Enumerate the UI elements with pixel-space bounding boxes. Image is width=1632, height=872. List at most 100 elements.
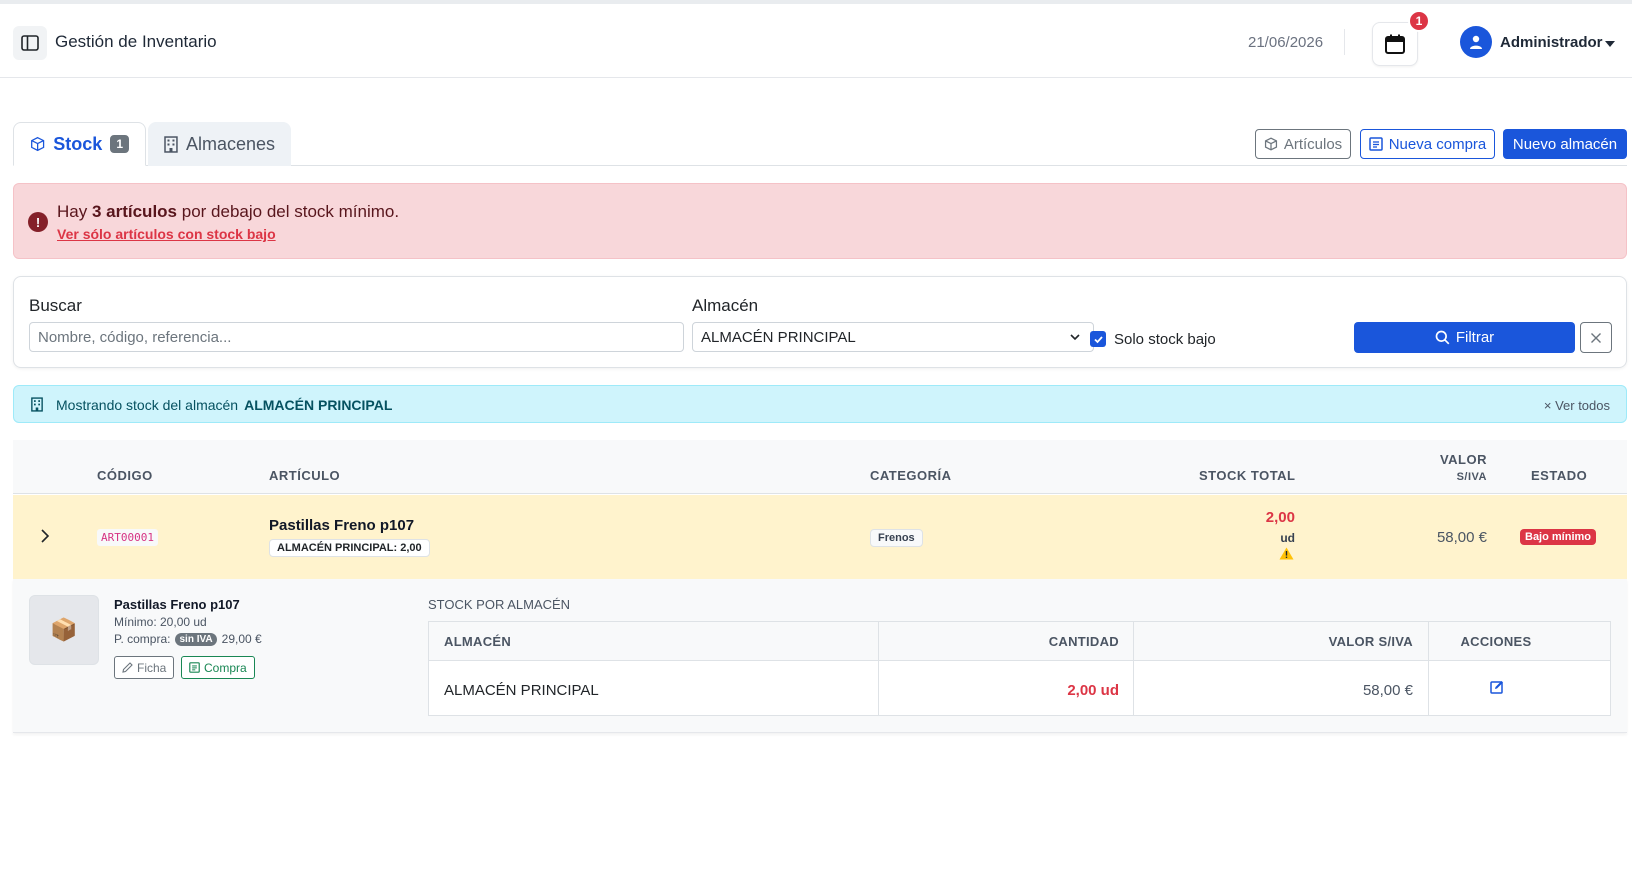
subheader-almacen: ALMACÉN bbox=[444, 634, 512, 649]
subrow-almacen: ALMACÉN PRINCIPAL bbox=[444, 682, 599, 699]
warehouse-info-banner: Mostrando stock del almacén ALMACÉN PRINC… bbox=[13, 385, 1627, 423]
article-code: ART00001 bbox=[97, 529, 158, 546]
table-row[interactable]: ART00001 Pastillas Freno p107 ALMACÉN PR… bbox=[13, 495, 1627, 579]
tab-almacenes[interactable]: Almacenes bbox=[148, 122, 291, 166]
box-icon bbox=[31, 136, 45, 152]
caret-down-icon[interactable] bbox=[1605, 41, 1615, 47]
subheader-valor: VALOR S/IVA bbox=[1328, 634, 1413, 649]
detail-purchase-price: P. compra: sin IVA 29,00 € bbox=[114, 632, 262, 646]
filtrar-button[interactable]: Filtrar bbox=[1354, 322, 1575, 353]
header-categoria[interactable]: CATEGORÍA bbox=[870, 468, 952, 483]
subrow-cantidad: 2,00 ud bbox=[1067, 682, 1119, 699]
nuevo-almacen-label: Nuevo almacén bbox=[1512, 135, 1618, 153]
nueva-compra-button[interactable]: Nueva compra bbox=[1360, 129, 1495, 159]
articulos-button[interactable]: Artículos bbox=[1255, 129, 1351, 159]
building-icon bbox=[31, 397, 43, 412]
box-icon bbox=[1264, 137, 1277, 151]
exclamation-icon: ! bbox=[28, 212, 48, 232]
info-message: Mostrando stock del almacén ALMACÉN PRINC… bbox=[56, 397, 392, 413]
sidebar-icon bbox=[21, 35, 39, 51]
stock-por-almacen-title: STOCK POR ALMACÉN bbox=[428, 597, 571, 612]
almacen-select[interactable]: ALMACÉN PRINCIPAL bbox=[692, 322, 1094, 352]
pencil-icon bbox=[122, 662, 133, 673]
ficha-button[interactable]: Ficha bbox=[114, 656, 175, 679]
active-tab-cover bbox=[14, 165, 145, 166]
stock-total-value: 2,00 bbox=[1265, 509, 1295, 526]
header-articulo[interactable]: ARTÍCULO bbox=[269, 468, 340, 483]
category-badge: Frenos bbox=[870, 529, 923, 547]
article-detail-panel: 📦 Pastillas Freno p107 Mínimo: 20,00 ud … bbox=[13, 579, 1627, 733]
alert-count: 3 artículos bbox=[91, 202, 178, 221]
articulos-label: Artículos bbox=[1283, 135, 1343, 153]
user-icon bbox=[1470, 35, 1482, 49]
tab-almacenes-label: Almacenes bbox=[185, 133, 275, 154]
receipt-icon bbox=[1368, 137, 1383, 151]
header-valor-siva: S/IVA bbox=[1456, 471, 1487, 483]
filtrar-label: Filtrar bbox=[1455, 329, 1495, 346]
calendar-icon bbox=[1385, 34, 1405, 54]
ver-todos-link[interactable]: × Ver todos bbox=[1544, 398, 1610, 413]
stock-unit: ud bbox=[1280, 531, 1295, 545]
user-avatar[interactable] bbox=[1460, 26, 1492, 58]
status-badge: Bajo mínimo bbox=[1520, 529, 1597, 545]
subheader-cantidad: CANTIDAD bbox=[1048, 634, 1119, 649]
close-icon bbox=[1591, 332, 1601, 343]
detail-price-label: P. compra: bbox=[114, 632, 171, 646]
nueva-compra-label: Nueva compra bbox=[1388, 135, 1487, 153]
info-warehouse-name: ALMACÉN PRINCIPAL bbox=[244, 397, 393, 413]
filter-card: Buscar Almacén ALMACÉN PRINCIPAL Solo st… bbox=[13, 276, 1627, 368]
tab-stock[interactable]: Stock 1 bbox=[13, 122, 146, 166]
ficha-label: Ficha bbox=[137, 660, 167, 675]
alert-message: Hay 3 artículos por debajo del stock mín… bbox=[57, 202, 399, 222]
chevron-right-icon[interactable] bbox=[40, 529, 50, 543]
compra-label: Compra bbox=[204, 660, 247, 675]
app-header: Gestión de Inventario 21/06/2026 1 Admin… bbox=[0, 4, 1632, 78]
table-header: CÓDIGO ARTÍCULO CATEGORÍA STOCK TOTAL VA… bbox=[13, 440, 1627, 494]
sidebar-toggle-button[interactable] bbox=[13, 26, 47, 60]
detail-price-value: 29,00 € bbox=[221, 632, 262, 646]
current-date: 21/06/2026 bbox=[1248, 34, 1324, 51]
low-stock-alert: ! Hay 3 artículos por debajo del stock m… bbox=[13, 183, 1627, 259]
article-name: Pastillas Freno p107 bbox=[269, 517, 415, 534]
receipt-icon bbox=[189, 662, 200, 673]
low-stock-link[interactable]: Ver sólo artículos con stock bajo bbox=[57, 226, 276, 242]
subrow-valor: 58,00 € bbox=[1362, 682, 1413, 699]
header-estado[interactable]: ESTADO bbox=[1531, 468, 1587, 483]
subtable-header: ALMACÉN CANTIDAD VALOR S/IVA ACCIONES bbox=[429, 622, 1610, 661]
column-divider bbox=[878, 622, 879, 715]
solo-stock-bajo-label[interactable]: Solo stock bajo bbox=[1114, 331, 1216, 348]
nuevo-almacen-button[interactable]: Nuevo almacén bbox=[1503, 129, 1627, 159]
column-divider bbox=[1428, 622, 1429, 715]
detail-article-name: Pastillas Freno p107 bbox=[114, 597, 240, 612]
compra-button[interactable]: Compra bbox=[181, 656, 255, 679]
info-text: Mostrando stock del almacén bbox=[56, 397, 239, 413]
clear-filters-button[interactable] bbox=[1580, 322, 1612, 353]
user-name[interactable]: Administrador bbox=[1500, 34, 1603, 51]
header-valor[interactable]: VALOR bbox=[1413, 452, 1487, 467]
alert-suffix: por debajo del stock mínimo. bbox=[181, 202, 400, 221]
notification-badge: 1 bbox=[1408, 10, 1430, 32]
search-icon bbox=[1435, 330, 1450, 345]
search-input[interactable] bbox=[29, 322, 684, 352]
header-codigo[interactable]: CÓDIGO bbox=[97, 468, 153, 483]
header-divider bbox=[1344, 29, 1345, 55]
value-without-vat: 58,00 € bbox=[1436, 529, 1487, 546]
stock-por-almacen-table: ALMACÉN CANTIDAD VALOR S/IVA ACCIONES AL… bbox=[428, 621, 1611, 716]
column-divider bbox=[1133, 622, 1134, 715]
header-stock-total[interactable]: STOCK TOTAL bbox=[1199, 468, 1296, 483]
app-title: Gestión de Inventario bbox=[55, 32, 217, 51]
tab-stock-label: Stock bbox=[53, 133, 103, 154]
package-icon: 📦 bbox=[29, 595, 99, 665]
edit-icon[interactable] bbox=[1490, 680, 1504, 694]
check-icon bbox=[1093, 335, 1103, 343]
building-icon bbox=[164, 135, 178, 153]
subheader-acciones: ACCIONES bbox=[1460, 634, 1532, 649]
tab-stock-badge: 1 bbox=[110, 135, 129, 153]
solo-stock-bajo-checkbox[interactable] bbox=[1090, 331, 1106, 347]
chevron-down-icon bbox=[1070, 334, 1080, 341]
alert-prefix: Hay bbox=[57, 202, 88, 221]
warehouse-stock-badge: ALMACÉN PRINCIPAL: 2,00 bbox=[269, 539, 430, 557]
almacen-label: Almacén bbox=[692, 296, 759, 315]
almacen-select-value: ALMACÉN PRINCIPAL bbox=[701, 329, 856, 346]
detail-minimum: Mínimo: 20,00 ud bbox=[114, 615, 207, 629]
